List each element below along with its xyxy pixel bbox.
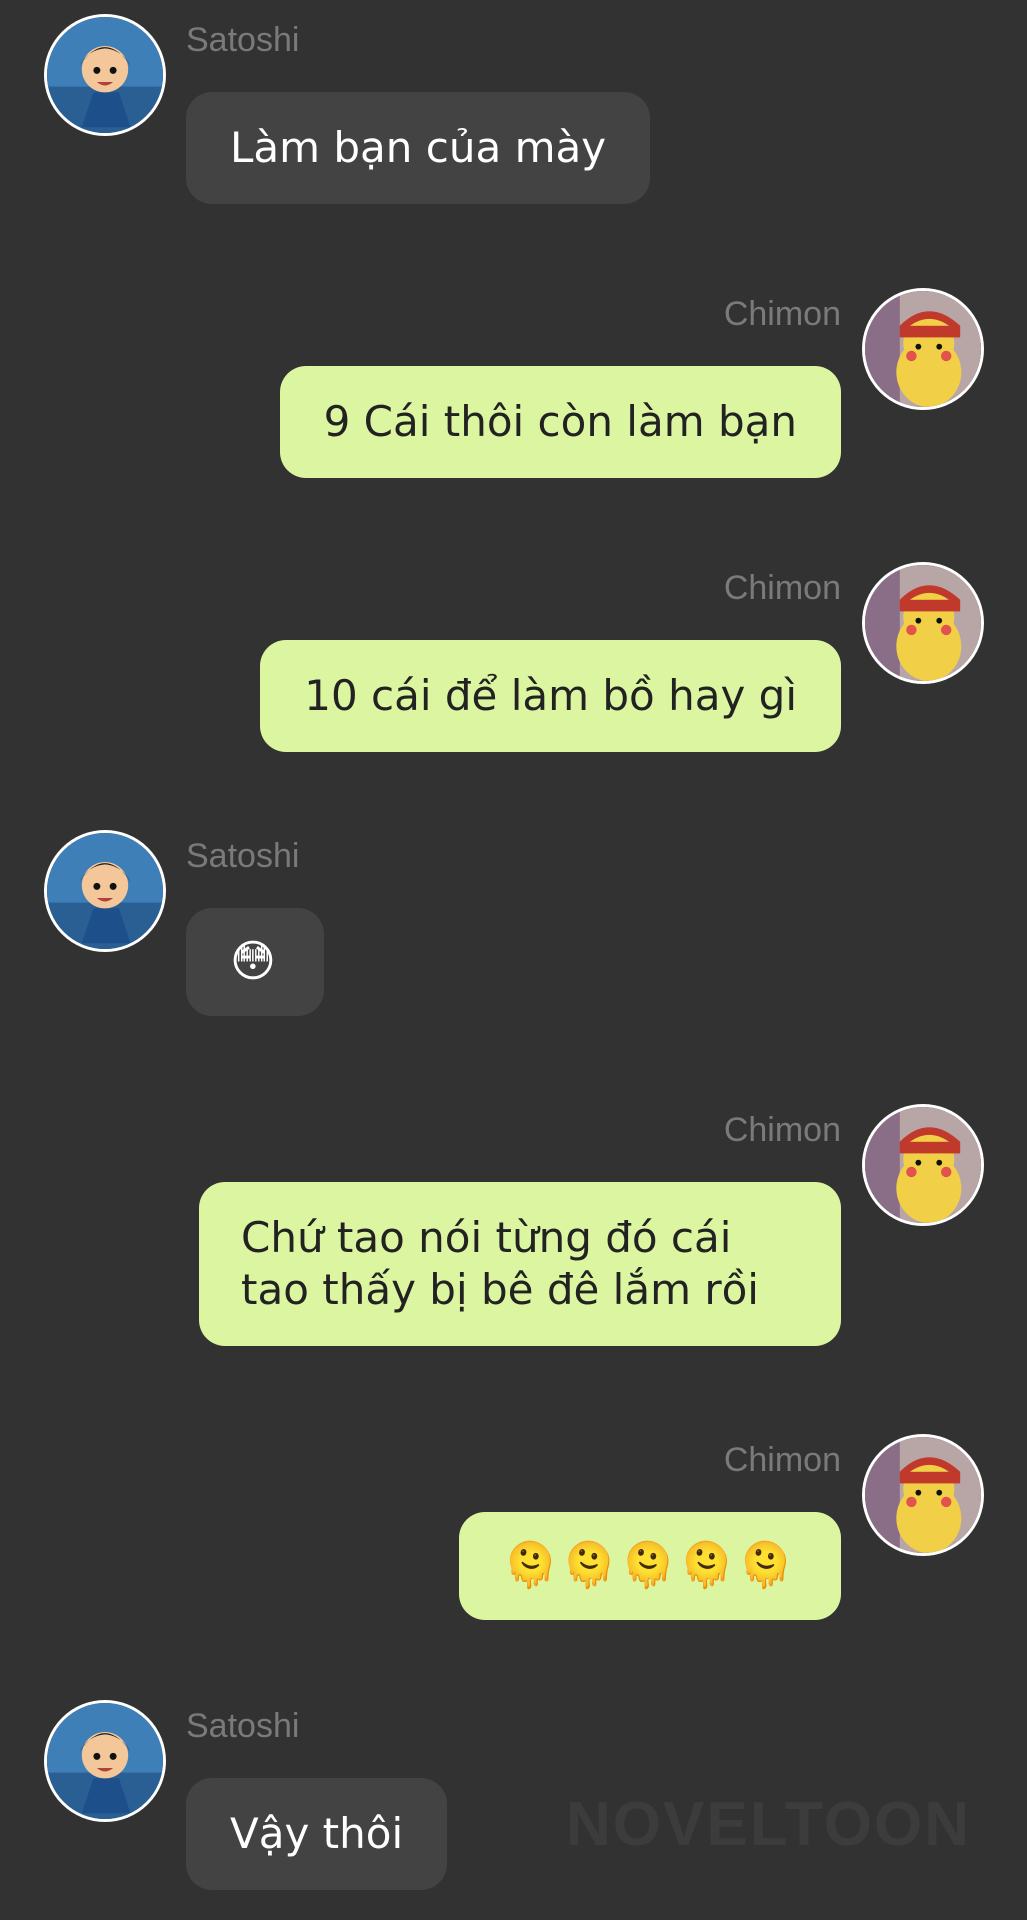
message-row: Chimon 9 Cái thôi còn làm bạn: [0, 274, 1027, 494]
sender-name: Satoshi: [186, 21, 300, 59]
message-row: Chimon Chứ tao nói từng đó cái tao thấy …: [0, 1090, 1027, 1370]
message-bubble[interactable]: Vậy thôi: [186, 1778, 448, 1890]
sender-name: Satoshi: [186, 1707, 300, 1745]
message-row: Chimon 🫠🫠🫠🫠🫠: [0, 1420, 1027, 1640]
pikachu-avatar-icon[interactable]: [862, 288, 984, 410]
message-row: Chimon 10 cái để làm bồ hay gì: [0, 548, 1027, 768]
pikachu-avatar-icon[interactable]: [862, 562, 984, 684]
message-row: Satoshi Làm bạn của mày: [0, 0, 1027, 220]
pikachu-avatar-icon[interactable]: [862, 1434, 984, 1556]
message-row: Satoshi 😳: [0, 816, 1027, 1036]
message-bubble[interactable]: Chứ tao nói từng đó cái tao thấy bị bê đ…: [199, 1182, 841, 1346]
ash-avatar-icon[interactable]: [44, 1700, 166, 1822]
sender-name: Chimon: [723, 295, 841, 333]
sender-name: Chimon: [723, 1441, 841, 1479]
ash-avatar-icon[interactable]: [44, 14, 166, 136]
noveltoon-watermark: NOVELTOON: [566, 1790, 971, 1859]
ash-avatar-icon[interactable]: [44, 830, 166, 952]
sender-name: Satoshi: [186, 837, 300, 875]
message-bubble[interactable]: Làm bạn của mày: [186, 92, 651, 204]
message-bubble[interactable]: 9 Cái thôi còn làm bạn: [279, 366, 841, 478]
sender-name: Chimon: [723, 569, 841, 607]
sender-name: Chimon: [723, 1111, 841, 1149]
message-bubble[interactable]: 🫠🫠🫠🫠🫠: [459, 1512, 841, 1620]
message-bubble[interactable]: 😳: [186, 908, 324, 1016]
message-bubble[interactable]: 10 cái để làm bồ hay gì: [260, 640, 841, 752]
pikachu-avatar-icon[interactable]: [862, 1104, 984, 1226]
